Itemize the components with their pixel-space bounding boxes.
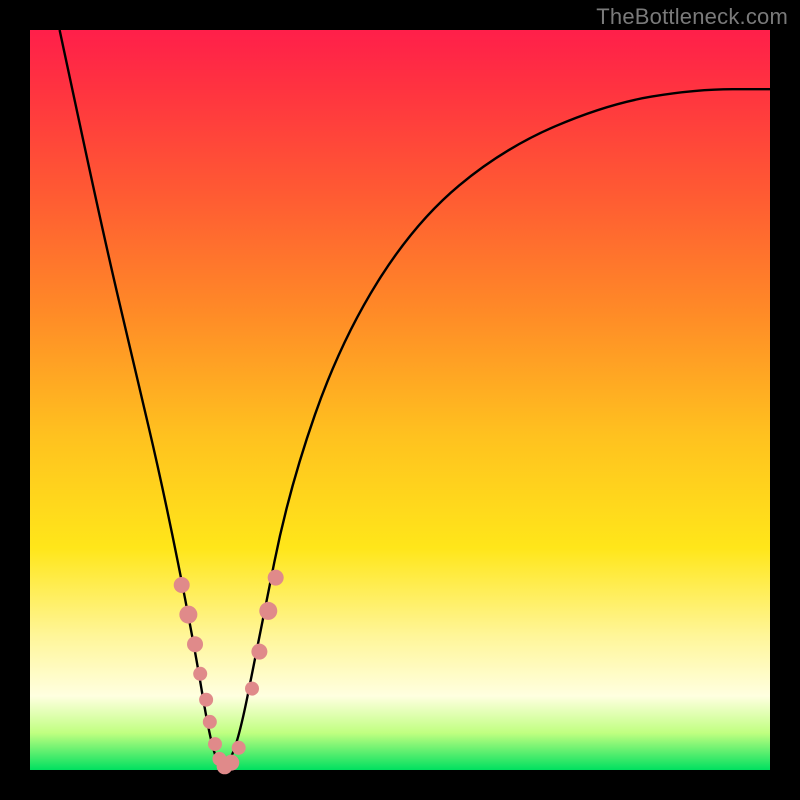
marker-point — [174, 577, 190, 593]
chart-container: TheBottleneck.com — [0, 0, 800, 800]
marker-point — [203, 715, 217, 729]
plot-area — [30, 30, 770, 770]
marker-point — [245, 682, 259, 696]
marker-point — [187, 636, 203, 652]
marker-point — [268, 570, 284, 586]
marker-point — [193, 667, 207, 681]
marker-point — [179, 606, 197, 624]
marker-point — [251, 644, 267, 660]
marker-point — [259, 602, 277, 620]
bottleneck-curve — [60, 30, 770, 764]
marker-point — [208, 737, 222, 751]
marker-point — [199, 693, 213, 707]
marker-point — [223, 755, 239, 771]
marker-point — [232, 741, 246, 755]
watermark-text: TheBottleneck.com — [596, 4, 788, 30]
chart-svg — [30, 30, 770, 770]
